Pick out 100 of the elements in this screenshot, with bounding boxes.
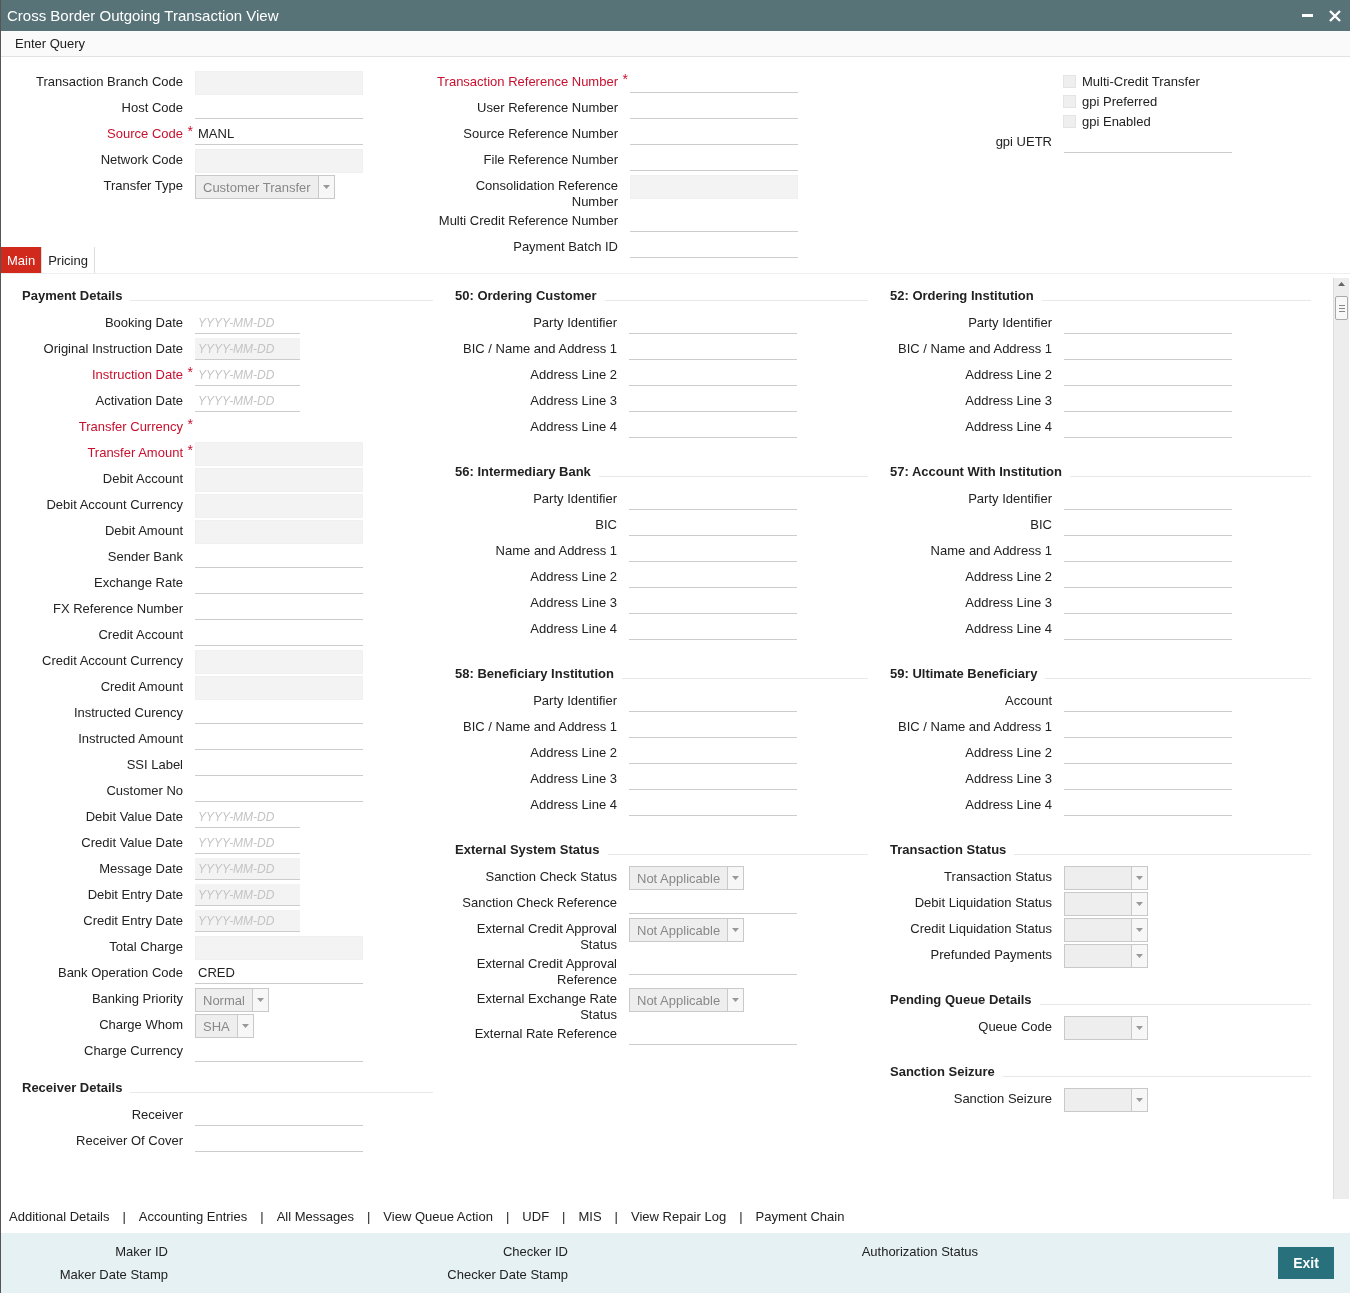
audit-label: Maker ID bbox=[114, 1244, 168, 1259]
caret-icon bbox=[1136, 1098, 1143, 1102]
field-label: Bank Operation Code bbox=[57, 965, 183, 980]
field-label: Banking Priority bbox=[91, 991, 183, 1006]
field-label: Address Line 3 bbox=[530, 595, 617, 610]
field-label: Network Code bbox=[100, 152, 183, 167]
field-label: Charge Currency bbox=[84, 1043, 183, 1058]
footer-link[interactable]: UDF bbox=[522, 1208, 550, 1224]
caret-icon bbox=[1136, 928, 1143, 932]
field-label: BIC / Name and Address 1 bbox=[898, 341, 1052, 356]
scroll-up-icon[interactable] bbox=[1338, 282, 1345, 286]
field-label: gpi UETR bbox=[995, 134, 1052, 149]
date-field[interactable]: YYYY-MM-DD bbox=[195, 364, 300, 386]
input-field[interactable]: CRED bbox=[195, 962, 363, 984]
section-title: Sanction Seizure bbox=[890, 1063, 995, 1079]
field-label: Address Line 2 bbox=[530, 367, 617, 382]
field-label: Sender Bank bbox=[107, 549, 183, 564]
select-field[interactable] bbox=[1064, 944, 1148, 968]
checkbox-label: Multi-Credit Transfer bbox=[1082, 73, 1200, 89]
link-separator: | bbox=[562, 1208, 566, 1224]
caret-icon bbox=[241, 1024, 249, 1028]
field-label: Address Line 2 bbox=[530, 569, 617, 584]
menu-item[interactable]: Enter Query bbox=[15, 36, 86, 51]
section-title: 58: Beneficiary Institution bbox=[455, 665, 614, 681]
window-title: Cross Border Outgoing Transaction View bbox=[7, 7, 280, 24]
footer-link[interactable]: MIS bbox=[578, 1208, 602, 1224]
footer-link[interactable]: All Messages bbox=[276, 1208, 354, 1224]
select-field[interactable] bbox=[1064, 918, 1148, 942]
input-field[interactable]: MANL bbox=[195, 123, 363, 145]
field-label: Payment Batch ID bbox=[513, 239, 618, 254]
field-label: Receiver Of Cover bbox=[76, 1133, 183, 1148]
section-title: External System Status bbox=[455, 841, 600, 857]
field-label: Debit Value Date bbox=[85, 809, 183, 824]
select-field[interactable] bbox=[1064, 892, 1148, 916]
footer-link[interactable]: View Repair Log bbox=[631, 1208, 727, 1224]
field-label: Receiver bbox=[131, 1107, 183, 1122]
footer-link[interactable]: View Queue Action bbox=[383, 1208, 493, 1224]
field-label: External Exchange Rate Status bbox=[476, 991, 617, 1022]
audit-label: Checker ID bbox=[501, 1244, 568, 1259]
audit-label: Maker Date Stamp bbox=[58, 1267, 168, 1282]
date-field[interactable]: YYYY-MM-DD bbox=[195, 390, 300, 412]
field-label: Transaction Branch Code bbox=[36, 74, 183, 89]
field-label: BIC bbox=[1030, 517, 1052, 532]
footer-link[interactable]: Additional Details bbox=[9, 1208, 110, 1224]
date-field[interactable]: YYYY-MM-DD bbox=[195, 832, 300, 854]
checkbox[interactable] bbox=[1063, 74, 1076, 88]
field-label: Transaction Reference Number bbox=[437, 74, 618, 89]
field-label: Credit Value Date bbox=[81, 835, 183, 850]
field-label: Booking Date bbox=[104, 315, 183, 330]
field-label: Address Line 3 bbox=[965, 595, 1052, 610]
field-label: Sanction Check Status bbox=[485, 869, 617, 884]
caret-icon bbox=[1136, 954, 1143, 958]
field-label: SSI Label bbox=[126, 757, 183, 772]
audit-label: Authorization Status bbox=[860, 1244, 978, 1259]
field-label: Party Identifier bbox=[533, 491, 617, 506]
caret-icon bbox=[732, 928, 740, 932]
link-separator: | bbox=[614, 1208, 618, 1224]
field-label: Name and Address 1 bbox=[930, 543, 1052, 558]
field-label: Exchange Rate bbox=[94, 575, 183, 590]
scrollbar[interactable] bbox=[1333, 278, 1349, 1199]
field-label: Address Line 3 bbox=[530, 771, 617, 786]
caret-icon bbox=[732, 876, 740, 880]
link-separator: | bbox=[122, 1208, 126, 1224]
checkbox[interactable] bbox=[1063, 94, 1076, 108]
field-label: Address Line 4 bbox=[965, 797, 1052, 812]
required-mark: * bbox=[187, 364, 193, 380]
link-separator: | bbox=[739, 1208, 743, 1224]
field-label: BIC bbox=[595, 517, 617, 532]
section-title: Receiver Details bbox=[22, 1079, 123, 1095]
footer-link[interactable]: Payment Chain bbox=[755, 1208, 845, 1224]
close-button[interactable] bbox=[1328, 8, 1342, 23]
caret-icon bbox=[1136, 1026, 1143, 1030]
field-label: Address Line 4 bbox=[965, 419, 1052, 434]
field-label: Instruction Date bbox=[91, 367, 183, 382]
field-label: Source Reference Number bbox=[463, 126, 618, 141]
scroll-thumb[interactable] bbox=[1335, 296, 1348, 320]
section-title: Payment Details bbox=[22, 287, 123, 303]
field-label: Message Date bbox=[99, 861, 183, 876]
tab[interactable]: Main bbox=[1, 247, 43, 273]
link-separator: | bbox=[505, 1208, 510, 1224]
date-field[interactable]: YYYY-MM-DD bbox=[195, 312, 300, 334]
field-label: Instructed Curency bbox=[73, 705, 183, 720]
date-field[interactable]: YYYY-MM-DD bbox=[195, 806, 300, 828]
select-field[interactable] bbox=[1064, 1016, 1148, 1040]
field-label: Party Identifier bbox=[533, 315, 617, 330]
field-label: Original Instruction Date bbox=[43, 341, 183, 356]
required-mark: * bbox=[187, 416, 193, 432]
field-label: Address Line 2 bbox=[965, 569, 1052, 584]
field-label: Credit Account Currency bbox=[42, 653, 183, 668]
field-label: Debit Account Currency bbox=[46, 497, 183, 512]
select-field[interactable] bbox=[1064, 1088, 1148, 1112]
caret-icon bbox=[256, 998, 264, 1002]
field-label: Customer No bbox=[106, 783, 183, 798]
field-label: Address Line 3 bbox=[965, 771, 1052, 786]
audit-label: Checker Date Stamp bbox=[446, 1267, 568, 1282]
footer-link[interactable]: Accounting Entries bbox=[138, 1208, 248, 1224]
required-mark: * bbox=[187, 123, 193, 139]
select-field[interactable] bbox=[1064, 866, 1148, 890]
checkbox[interactable] bbox=[1063, 114, 1076, 128]
exit-button[interactable]: Exit bbox=[1278, 1247, 1334, 1279]
